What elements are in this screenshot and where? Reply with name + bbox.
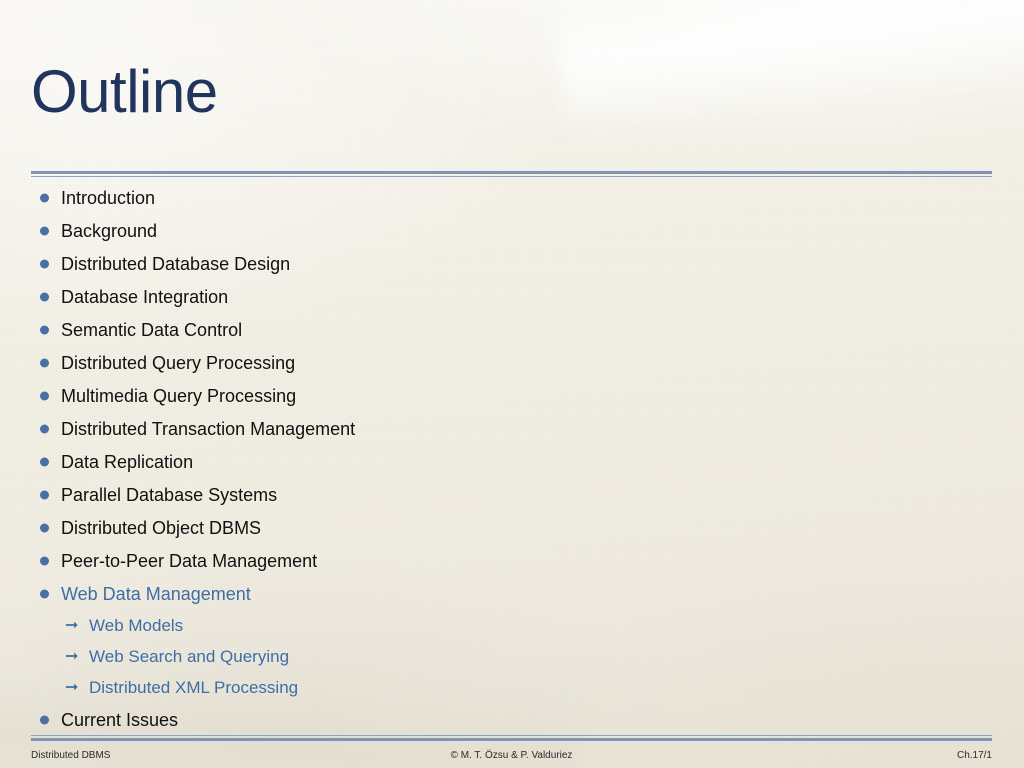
bullet-dot-icon	[40, 715, 49, 724]
list-item: Background	[31, 214, 992, 247]
list-item: Parallel Database Systems	[31, 478, 992, 511]
bullet-dot-icon	[40, 523, 49, 532]
slide-title: Outline	[31, 58, 218, 125]
slide-footer: Distributed DBMS © M. T. Özsu & P. Valdu…	[31, 748, 992, 764]
footer-copyright-text: © M. T. Özsu & P. Valduriez	[450, 750, 573, 761]
arrow-right-icon: ➞	[65, 616, 79, 634]
list-item-label: Web Data Management	[61, 583, 251, 604]
bullet-dot-icon	[40, 589, 49, 598]
list-item-label: Distributed Object DBMS	[61, 517, 262, 538]
bullet-dot-icon	[40, 259, 49, 268]
sub-list-item-label: Web Models	[89, 616, 184, 635]
footer-divider	[31, 735, 992, 741]
sub-list-item: ➞ Distributed XML Processing	[31, 672, 992, 703]
list-item: Current Issues	[31, 703, 992, 736]
sub-list-item-label: Distributed XML Processing	[89, 678, 299, 697]
bullet-dot-icon	[40, 556, 49, 565]
list-item: Introduction	[31, 181, 992, 214]
list-item: Distributed Query Processing	[31, 346, 992, 379]
list-item: Multimedia Query Processing	[31, 379, 992, 412]
slide-canvas: Outline Introduction Background Distribu…	[0, 0, 1024, 768]
list-item-label: Distributed Transaction Management	[61, 418, 356, 439]
footer-divider-thick-line	[31, 738, 992, 741]
paper-crease-highlight-top	[552, 0, 1024, 142]
footer-page-number: Ch.17/1	[956, 750, 992, 761]
bullet-dot-icon	[40, 391, 49, 400]
list-item-label: Distributed Database Design	[61, 253, 291, 274]
list-item-label: Semantic Data Control	[61, 319, 243, 340]
sub-list-item-label: Web Search and Querying	[89, 647, 290, 666]
bullet-dot-icon	[40, 292, 49, 301]
list-item: Semantic Data Control	[31, 313, 992, 346]
bullet-dot-icon	[40, 193, 49, 202]
list-item-label: Peer-to-Peer Data Management	[61, 550, 318, 571]
title-divider	[31, 171, 992, 177]
list-item-label: Current Issues	[61, 709, 179, 730]
list-item-label: Background	[61, 220, 158, 241]
bullet-dot-icon	[40, 424, 49, 433]
list-item: Distributed Database Design	[31, 247, 992, 280]
list-item-label: Data Replication	[61, 451, 194, 472]
list-item-label: Multimedia Query Processing	[61, 385, 297, 406]
list-item-label: Distributed Query Processing	[61, 352, 296, 373]
list-item-highlighted: Web Data Management	[31, 577, 992, 610]
bullet-dot-icon	[40, 457, 49, 466]
title-divider-thin-line	[31, 176, 992, 177]
list-item: Distributed Object DBMS	[31, 511, 992, 544]
outline-list: Introduction Background Distributed Data…	[31, 181, 992, 736]
bullet-dot-icon	[40, 358, 49, 367]
arrow-right-icon: ➞	[65, 678, 79, 696]
list-item: Database Integration	[31, 280, 992, 313]
footer-left-text: Distributed DBMS	[31, 750, 111, 761]
sub-list-item: ➞ Web Search and Querying	[31, 641, 992, 672]
list-item-label: Parallel Database Systems	[61, 484, 278, 505]
list-item: Data Replication	[31, 445, 992, 478]
bullet-dot-icon	[40, 226, 49, 235]
list-item: Distributed Transaction Management	[31, 412, 992, 445]
list-item: Peer-to-Peer Data Management	[31, 544, 992, 577]
bullet-dot-icon	[40, 490, 49, 499]
arrow-right-icon: ➞	[65, 647, 79, 665]
list-item-label: Database Integration	[61, 286, 229, 307]
sub-list-item: ➞ Web Models	[31, 610, 992, 641]
bullet-dot-icon	[40, 325, 49, 334]
list-item-label: Introduction	[61, 187, 156, 208]
